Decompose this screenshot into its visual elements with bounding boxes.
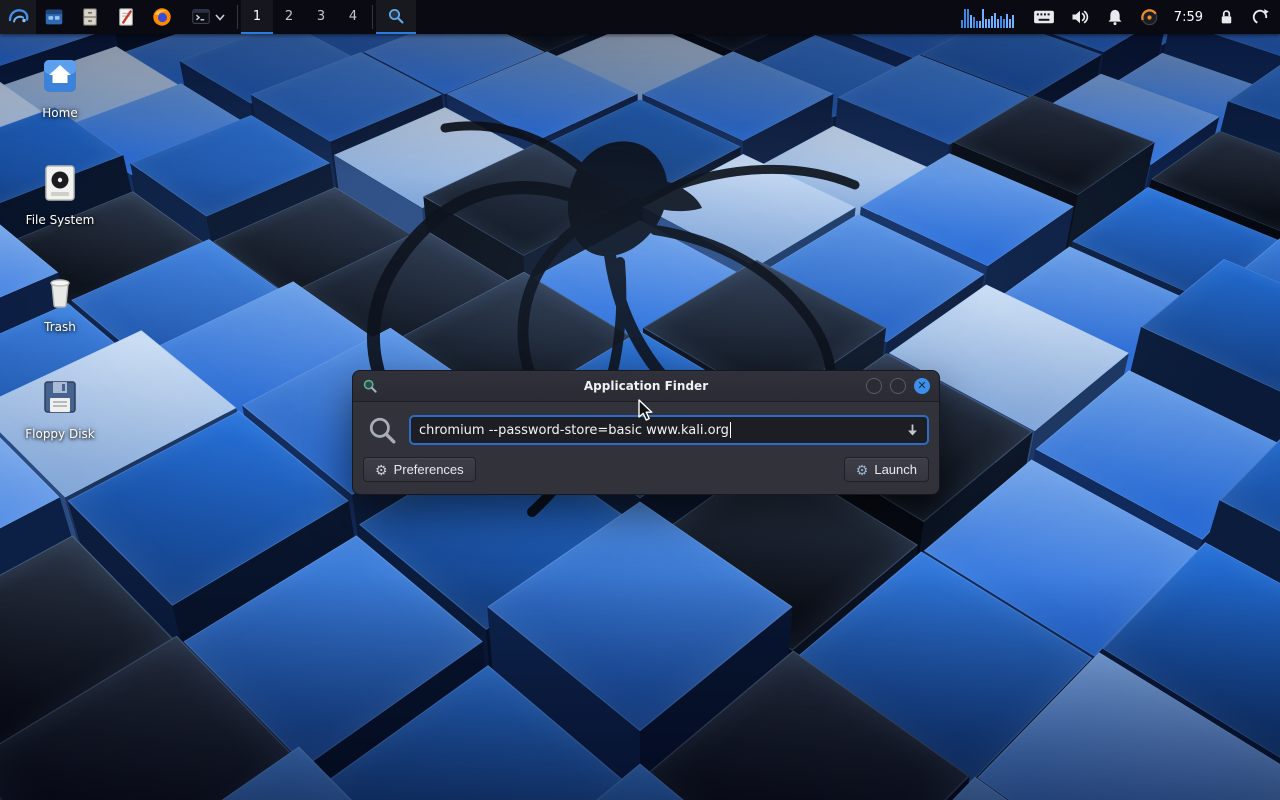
launch-label: Launch <box>874 462 917 477</box>
sensor-gauge-icon[interactable] <box>1139 7 1160 28</box>
volume-icon[interactable] <box>1069 7 1091 27</box>
titlebar[interactable]: Application Finder ✕ <box>353 371 939 402</box>
launcher-text-editor[interactable] <box>108 0 144 34</box>
preferences-label: Preferences <box>394 462 464 477</box>
notification-bell-icon[interactable] <box>1105 7 1125 27</box>
desktop-icon-home[interactable]: Home <box>12 52 108 121</box>
panel-separator <box>237 5 238 29</box>
desktop-icon-label: Home <box>42 106 77 120</box>
workspace-1[interactable]: 1 <box>241 0 273 34</box>
panel-left: 1 2 3 4 <box>0 0 416 34</box>
firefox-icon <box>151 6 173 28</box>
system-load-graph[interactable] <box>961 6 1019 28</box>
file-manager-icon <box>43 6 65 28</box>
button-row: ⚙ Preferences ⚙ Launch <box>353 451 939 494</box>
minimize-button[interactable] <box>866 378 882 394</box>
launcher-firefox[interactable] <box>144 0 180 34</box>
desktop-icon-trash[interactable]: Trash <box>12 266 108 335</box>
launcher-file-manager[interactable] <box>36 0 72 34</box>
text-editor-icon <box>115 6 137 28</box>
session-logout-icon[interactable] <box>1250 7 1270 27</box>
desktop-icon-label: Trash <box>44 320 76 334</box>
terminal-icon <box>190 6 212 28</box>
workspace-label: 4 <box>349 9 357 24</box>
top-panel: 1 2 3 4 <box>0 0 1280 34</box>
launcher-terminal[interactable] <box>180 0 234 34</box>
window-controls: ✕ <box>866 378 930 394</box>
lock-icon[interactable] <box>1217 7 1236 27</box>
workspace-3[interactable]: 3 <box>305 0 337 34</box>
workspace-2[interactable]: 2 <box>273 0 305 34</box>
application-finder-icon <box>387 7 405 25</box>
chevron-down-icon <box>215 13 225 21</box>
workspace-label: 3 <box>317 9 325 24</box>
kali-menu-icon <box>6 5 30 29</box>
workspace-label: 1 <box>253 9 261 24</box>
keyboard-layout-icon[interactable] <box>1033 8 1055 26</box>
screen: Home File System Trash Floppy Disk <box>0 0 1280 800</box>
search-input-value: chromium --password-store=basic www.kali… <box>419 423 729 438</box>
launcher-file-cabinet[interactable] <box>72 0 108 34</box>
panel-clock[interactable]: 7:59 <box>1174 10 1203 25</box>
file-system-drive-icon <box>36 159 84 207</box>
preferences-button[interactable]: ⚙ Preferences <box>363 457 476 482</box>
launch-button[interactable]: ⚙ Launch <box>844 457 929 482</box>
window-icon <box>362 378 378 394</box>
launch-icon: ⚙ <box>856 463 869 477</box>
window-title: Application Finder <box>353 379 939 393</box>
search-row: chromium --password-store=basic www.kali… <box>353 402 939 451</box>
application-finder-window: Application Finder ✕ chromium --password… <box>352 370 940 495</box>
tasklist-application-finder[interactable] <box>376 0 416 34</box>
applications-menu-button[interactable] <box>0 0 36 34</box>
gear-icon: ⚙ <box>375 463 388 477</box>
desktop-icon-label: File System <box>26 213 95 227</box>
panel-right: 7:59 <box>961 0 1280 34</box>
maximize-button[interactable] <box>890 378 906 394</box>
floppy-disk-icon <box>36 373 84 421</box>
entry-dropdown-icon[interactable] <box>906 423 919 437</box>
workspace-label: 2 <box>285 9 293 24</box>
file-cabinet-icon <box>79 6 101 28</box>
search-icon <box>367 415 397 445</box>
desktop-icon-file-system[interactable]: File System <box>12 159 108 228</box>
workspace-4[interactable]: 4 <box>337 0 369 34</box>
close-button[interactable]: ✕ <box>914 378 930 394</box>
desktop-icon-label: Floppy Disk <box>25 427 95 441</box>
trash-icon <box>36 266 84 314</box>
text-caret <box>730 422 732 438</box>
kali-dragon-logo <box>270 80 930 580</box>
search-input[interactable]: chromium --password-store=basic www.kali… <box>409 415 929 445</box>
desktop-icon-floppy-disk[interactable]: Floppy Disk <box>12 373 108 442</box>
home-folder-icon <box>36 52 84 100</box>
panel-separator <box>372 5 373 29</box>
